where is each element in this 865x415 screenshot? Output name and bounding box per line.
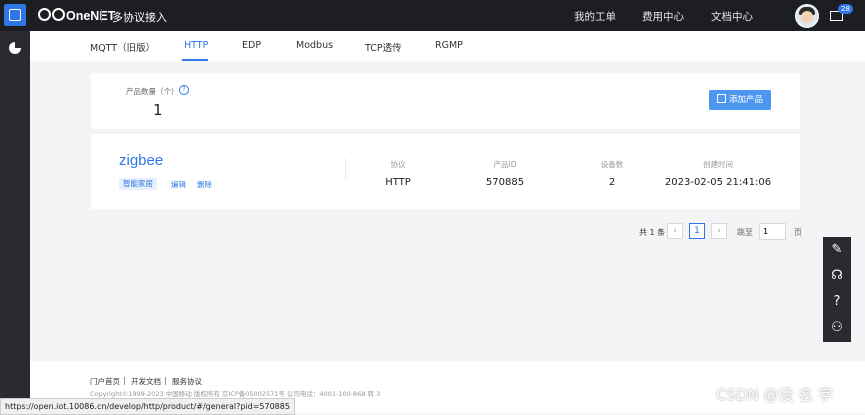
summary-card: 产品数量（个） ? 1 添加产品 bbox=[91, 73, 800, 129]
created-time-header: 创建时间 bbox=[703, 160, 733, 169]
protocol-header: 协议 bbox=[390, 160, 406, 169]
active-tab-indicator bbox=[182, 59, 208, 61]
tab-mqtt[interactable]: MQTT（旧版） bbox=[90, 40, 155, 54]
chart-icon[interactable] bbox=[9, 42, 21, 54]
brand-ring-icon bbox=[52, 8, 65, 21]
tab-http[interactable]: HTTP bbox=[184, 40, 208, 51]
device-count-value: 2 bbox=[608, 177, 616, 188]
brand-ring-icon bbox=[38, 8, 51, 21]
pagination-total: 共 1 条 bbox=[639, 228, 666, 237]
edit-link[interactable]: 编辑 bbox=[171, 179, 186, 190]
brand[interactable]: OneNET bbox=[38, 8, 115, 23]
question-icon[interactable]: ? bbox=[823, 289, 851, 315]
headset-icon[interactable]: ☊ bbox=[823, 263, 851, 289]
add-product-label: 添加产品 bbox=[728, 95, 763, 105]
next-page-button[interactable]: › bbox=[711, 223, 727, 239]
nav-billing[interactable]: 费用中心 bbox=[642, 9, 684, 24]
sidebar bbox=[0, 31, 30, 413]
goto-page-input[interactable] bbox=[759, 223, 786, 240]
watermark: CSDN @没 名 字 bbox=[716, 386, 834, 404]
footer-link-docs[interactable]: 开发文档 bbox=[131, 376, 161, 387]
page-title: 多协议接入 bbox=[112, 11, 167, 24]
footer-link-terms[interactable]: 服务协议 bbox=[172, 376, 202, 387]
tab-rgmp[interactable]: RGMP bbox=[435, 40, 463, 51]
help-icon[interactable]: ? bbox=[179, 85, 189, 95]
category-tag: 智能家居 bbox=[119, 178, 157, 190]
brand-text: OneNET bbox=[66, 9, 116, 23]
device-count-header: 设备数 bbox=[600, 160, 624, 169]
product-id-value: 570885 bbox=[485, 177, 525, 188]
edit-icon[interactable]: ✎ bbox=[823, 237, 851, 263]
mail-badge: 28 bbox=[838, 4, 853, 14]
avatar[interactable] bbox=[795, 4, 819, 28]
product-id-header: 产品ID bbox=[493, 160, 517, 169]
protocol-tabs: MQTT（旧版） HTTP EDP Modbus TCP透传 RGMP bbox=[30, 31, 865, 61]
delete-link[interactable]: 删除 bbox=[197, 179, 212, 190]
box-icon bbox=[716, 94, 726, 103]
floating-toolbar: ✎ ☊ ? ⚇ bbox=[823, 237, 851, 342]
footer-link-home[interactable]: 门户首页 bbox=[90, 376, 120, 387]
tab-modbus[interactable]: Modbus bbox=[296, 40, 333, 51]
created-time-value: 2023-02-05 21:41:06 bbox=[664, 177, 772, 188]
protocol-value: HTTP bbox=[385, 177, 411, 188]
product-card[interactable]: zigbee 智能家居 编辑 删除 协议 HTTP 产品ID 570885 设备… bbox=[91, 134, 800, 209]
page-word: 页 bbox=[794, 228, 802, 237]
tab-edp[interactable]: EDP bbox=[242, 40, 261, 51]
nav-my-tickets[interactable]: 我的工单 bbox=[574, 9, 616, 24]
nav-docs[interactable]: 文档中心 bbox=[711, 9, 753, 24]
divider bbox=[124, 377, 125, 385]
status-bar-url: https://open.iot.10086.cn/develop/http/p… bbox=[0, 398, 295, 415]
top-bar: OneNET 多协议接入 我的工单 费用中心 文档中心 28 bbox=[0, 0, 865, 31]
goto-label: 跳至 bbox=[737, 228, 753, 237]
page-button-current[interactable]: 1 bbox=[689, 223, 705, 239]
product-name[interactable]: zigbee bbox=[119, 152, 163, 169]
product-count-value: 1 bbox=[153, 101, 163, 119]
divider bbox=[165, 377, 166, 385]
tab-tcp[interactable]: TCP透传 bbox=[365, 40, 402, 54]
logo-icon[interactable] bbox=[4, 4, 26, 26]
product-count-label: 产品数量（个） bbox=[126, 87, 179, 96]
prev-page-button[interactable]: ‹ bbox=[667, 223, 683, 239]
users-icon[interactable]: ⚇ bbox=[823, 315, 851, 341]
copyright: Copyright©1999-2023 中国移动 版权所有 京ICP备05002… bbox=[90, 390, 381, 398]
divider bbox=[101, 9, 102, 22]
add-product-button[interactable]: 添加产品 bbox=[709, 90, 771, 110]
